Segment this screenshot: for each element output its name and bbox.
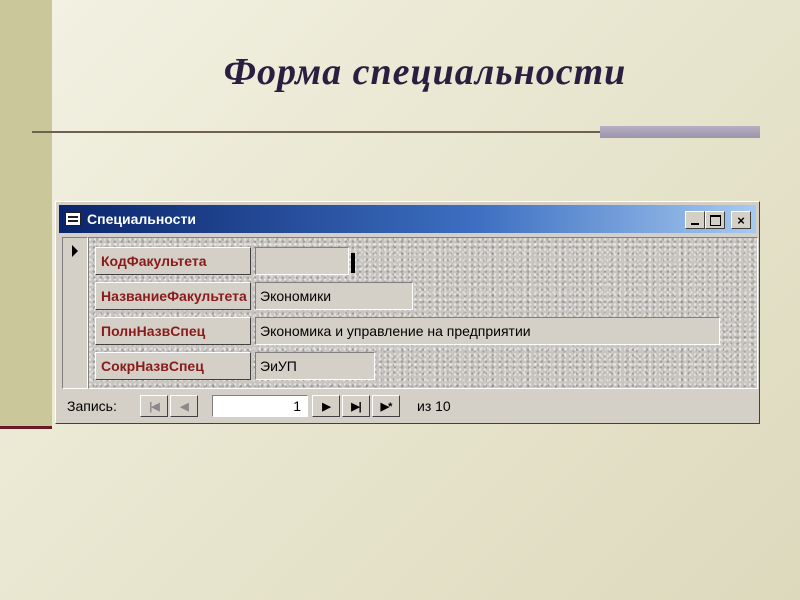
next-record-icon: ▶ bbox=[322, 400, 331, 413]
record-navigation-bar: Запись: |◀ ◀ 1 ▶ ▶| ▶* из 10 bbox=[62, 393, 752, 419]
previous-record-icon: ◀ bbox=[180, 400, 189, 413]
field-label-nazvanie-fakulteta: НазваниеФакультета bbox=[95, 282, 251, 310]
first-record-icon: |◀ bbox=[149, 400, 160, 413]
title-divider-bar bbox=[600, 126, 760, 138]
last-record-button[interactable]: ▶| bbox=[342, 395, 370, 417]
field-label-kod-fakulteta: КодФакультета bbox=[95, 247, 251, 275]
first-record-button[interactable]: |◀ bbox=[140, 395, 168, 417]
close-button[interactable]: × bbox=[731, 211, 751, 229]
current-record-arrow-icon bbox=[72, 245, 78, 257]
next-record-button[interactable]: ▶ bbox=[312, 395, 340, 417]
window-titlebar[interactable]: Специальности × bbox=[59, 205, 756, 233]
minimize-button[interactable] bbox=[685, 211, 705, 229]
field-input-kod-fakulteta[interactable] bbox=[255, 247, 349, 275]
text-cursor bbox=[351, 253, 355, 273]
record-selector[interactable] bbox=[62, 237, 88, 389]
form-detail-section: КодФакультета НазваниеФакультета Экономи… bbox=[88, 237, 758, 389]
field-label-sokr-nazv-spec: СокрНазвСпец bbox=[95, 352, 251, 380]
title-divider bbox=[32, 131, 600, 133]
slide-title: Форма специальности bbox=[223, 51, 627, 93]
minimize-icon bbox=[691, 223, 699, 225]
field-input-sokr-nazv-spec[interactable]: ЭиУП bbox=[255, 352, 375, 380]
form-icon[interactable] bbox=[65, 212, 81, 226]
record-nav-label: Запись: bbox=[67, 398, 117, 414]
new-record-button[interactable]: ▶* bbox=[372, 395, 400, 417]
form-window: Специальности × КодФакультета НазваниеФа… bbox=[55, 201, 760, 424]
field-label-poln-nazv-spec: ПолнНазвСпец bbox=[95, 317, 251, 345]
current-record-field[interactable]: 1 bbox=[212, 395, 308, 417]
new-record-icon: ▶* bbox=[380, 400, 393, 413]
left-accent-rule bbox=[0, 426, 52, 429]
previous-record-button[interactable]: ◀ bbox=[170, 395, 198, 417]
maximize-button[interactable] bbox=[705, 211, 725, 229]
record-count: из 10 bbox=[417, 398, 451, 414]
field-input-poln-nazv-spec[interactable]: Экономика и управление на предприятии bbox=[255, 317, 720, 345]
close-icon: × bbox=[737, 212, 745, 228]
field-input-nazvanie-fakulteta[interactable]: Экономики bbox=[255, 282, 413, 310]
window-title: Специальности bbox=[87, 211, 196, 227]
last-record-icon: ▶| bbox=[351, 400, 362, 413]
maximize-icon bbox=[709, 214, 721, 226]
